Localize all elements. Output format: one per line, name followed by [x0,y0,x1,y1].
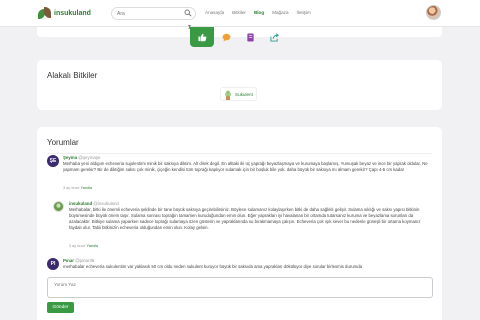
comment-time: 3 ay önce [69,244,86,248]
notebook-icon [246,32,254,42]
post-action-bar [190,27,286,47]
nav-link-shop[interactable]: Mağaza [272,10,288,15]
comment-author[interactable]: Şeyma [63,155,77,160]
save-button[interactable] [238,27,262,47]
share-button[interactable] [262,27,286,47]
comment-button[interactable] [214,27,238,47]
comment-bubble-icon [222,33,230,42]
avatar[interactable]: ŞE [47,155,59,167]
logo-text: insukuland [54,9,91,17]
comment-text: merhabalar echeveria sukulentim var yakl… [63,264,363,269]
share-icon [269,32,279,42]
related-plant-label: Sukulent [235,91,253,97]
top-navbar: insukuland Anasayfa Bitkiler Blog Mağaza… [0,0,480,27]
leaf-logo-icon [38,7,51,19]
comment-reply-item: insukuland @insukuland Merhabalar, bitki… [53,201,433,255]
comment-username: @insukuland [93,201,119,206]
comment-username: @pinar36 [75,258,95,263]
thumbs-up-icon [197,33,206,41]
comment-username: @şeymaşe [78,155,101,160]
comment-text: Merhaba yeni aldıgım echeveria sujulenti… [63,161,428,172]
divider [47,153,432,154]
like-button[interactable] [190,27,214,47]
comment-time: 3 ay önce [63,186,80,190]
avatar[interactable]: PI [47,258,59,270]
nav-link-blog[interactable]: Blog [254,10,264,15]
search-icon[interactable] [184,9,192,17]
comment-textarea[interactable] [47,277,433,298]
comment-author[interactable]: Pınar [63,258,74,263]
reply-link[interactable]: Yanıtla [80,186,92,190]
user-avatar[interactable] [426,5,441,20]
comment-author[interactable]: insukuland [69,201,92,206]
related-plants-title: Alakalı Bitkiler [47,71,98,80]
related-plant-item[interactable]: Sukulent [220,87,257,101]
reply-link[interactable]: Yanıtla [86,244,98,248]
comments-title: Yorumlar [47,138,79,147]
succulent-plant-icon [225,90,231,100]
nav-link-home[interactable]: Anasayfa [205,10,224,15]
comment-item: PI Pınar @pinar36 merhabalar echeveria s… [47,258,432,278]
comment-item: ŞE Şeyma @şeymaşe Merhaba yeni aldıgım e… [47,155,432,195]
avatar[interactable] [53,201,64,212]
nav-link-contact[interactable]: İletişim [297,10,311,15]
submit-comment-button[interactable]: Gönder [47,302,74,313]
site-logo[interactable]: insukuland [38,7,91,19]
comment-text: Merhabalar, bitki ile önemli echeveria ş… [69,207,421,230]
nav-link-plants[interactable]: Bitkiler [232,10,246,15]
related-plants-card: Alakalı Bitkiler Sukulent [37,60,442,110]
main-nav: Anasayfa Bitkiler Blog Mağaza İletişim [205,10,311,15]
